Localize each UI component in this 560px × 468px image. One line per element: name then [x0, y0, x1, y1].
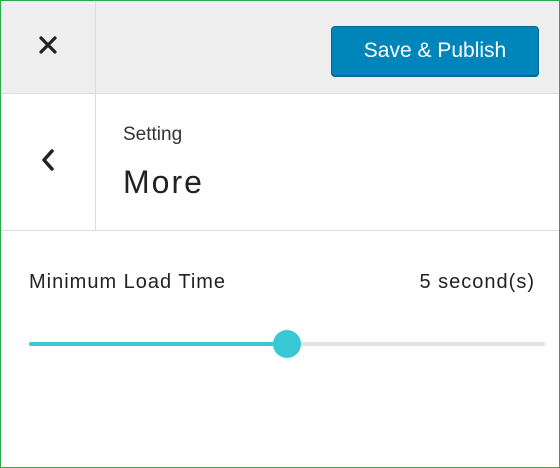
save-publish-button[interactable]: Save & Publish	[331, 26, 539, 76]
section-title: More	[123, 164, 204, 200]
slider-thumb[interactable]	[273, 330, 301, 358]
customizer-panel: Save & Publish Setting More Minimum Load…	[0, 0, 560, 468]
minimum-load-time-slider[interactable]	[29, 330, 545, 358]
minimum-load-time-label: Minimum Load Time	[29, 271, 227, 293]
customizer-header: Save & Publish	[1, 1, 559, 94]
chevron-left-icon	[40, 148, 56, 177]
minimum-load-time-value: 5 second(s)	[419, 271, 535, 293]
back-button[interactable]	[1, 94, 96, 230]
breadcrumb: Setting	[123, 124, 183, 145]
slider-fill	[29, 342, 287, 346]
close-button[interactable]	[1, 1, 96, 93]
section-header: Setting More	[1, 94, 559, 231]
close-icon	[38, 35, 58, 60]
